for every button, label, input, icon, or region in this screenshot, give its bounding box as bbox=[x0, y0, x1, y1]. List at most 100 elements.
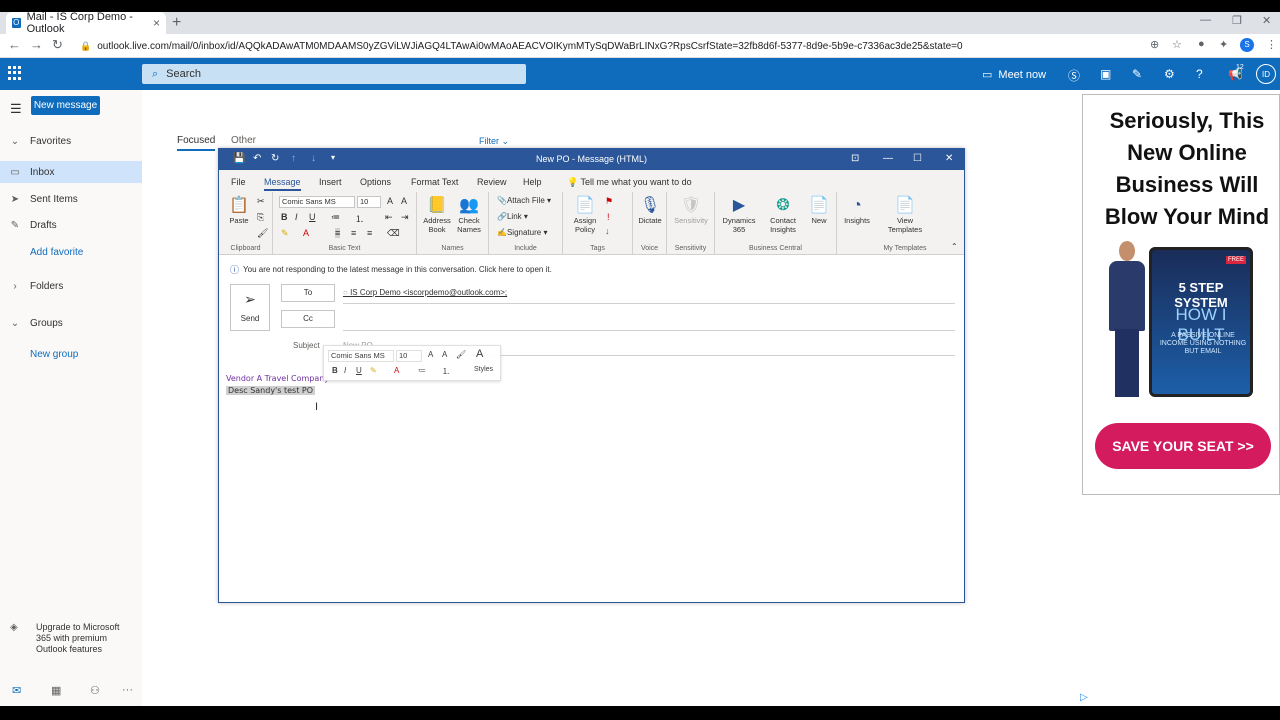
puzzle-icon[interactable]: ✦ bbox=[1219, 38, 1228, 51]
mini-shrink-font-icon[interactable]: A bbox=[442, 350, 447, 359]
clear-formatting-icon[interactable]: ⌫ bbox=[387, 228, 400, 239]
nav-sent-items[interactable]: ➤ Sent Items bbox=[0, 188, 142, 210]
filter-button[interactable]: Filter ⌄ bbox=[479, 136, 509, 147]
url-field[interactable]: 🔒 outlook.live.com/mail/0/inbox/id/AQQkA… bbox=[80, 37, 1140, 55]
italic-icon[interactable]: I bbox=[295, 212, 298, 222]
mini-numbering-icon[interactable]: ⒈ bbox=[442, 366, 450, 377]
mini-bold-icon[interactable]: B bbox=[332, 366, 338, 375]
gear-icon[interactable]: ⚙ bbox=[1164, 67, 1175, 81]
grow-font-icon[interactable]: A bbox=[387, 196, 393, 206]
info-bar[interactable]: ⓘ You are not responding to the latest m… bbox=[219, 255, 964, 283]
nav-groups[interactable]: ⌄ Groups bbox=[0, 312, 142, 334]
copy-icon[interactable]: ⎘ bbox=[257, 212, 264, 223]
menu-insert[interactable]: Insert bbox=[319, 177, 342, 187]
nav-new-group[interactable]: New group bbox=[0, 343, 142, 365]
mini-size-select[interactable]: 10 bbox=[396, 350, 422, 362]
format-painter-icon[interactable]: 🖌 bbox=[257, 228, 268, 239]
font-name-select[interactable]: Comic Sans MS bbox=[279, 196, 355, 208]
extension-icon[interactable]: ● bbox=[1198, 38, 1205, 50]
new-message-button[interactable]: New message bbox=[31, 96, 100, 115]
tab-other[interactable]: Other bbox=[231, 135, 256, 146]
link-button[interactable]: 🔗Link ▾ bbox=[497, 212, 528, 221]
body-line-vendor[interactable]: Vendor A Travel Company bbox=[226, 374, 329, 383]
mini-styles-label[interactable]: Styles bbox=[474, 366, 493, 373]
nav-add-favorite[interactable]: Add favorite bbox=[0, 241, 142, 263]
address-book-button[interactable]: 📒 Address Book bbox=[421, 196, 453, 234]
align-center-icon[interactable]: ≡ bbox=[351, 228, 356, 238]
mini-styles-icon[interactable]: A bbox=[476, 348, 483, 360]
office-icon[interactable]: ▣ bbox=[1100, 67, 1111, 81]
align-right-icon[interactable]: ≡ bbox=[367, 228, 372, 238]
menu-review[interactable]: Review bbox=[477, 177, 507, 187]
forward-icon[interactable]: → bbox=[30, 37, 43, 52]
more-icon[interactable]: ··· bbox=[122, 684, 133, 696]
mini-bullets-icon[interactable]: ≔ bbox=[418, 366, 426, 375]
assign-policy-button[interactable]: 📄 Assign Policy bbox=[567, 196, 603, 234]
new-bc-button[interactable]: 📄 New bbox=[805, 196, 833, 225]
to-button[interactable]: To bbox=[281, 284, 335, 302]
font-color-icon[interactable]: A bbox=[303, 228, 309, 238]
menu-file[interactable]: File bbox=[231, 177, 246, 187]
numbering-icon[interactable]: ⒈ bbox=[355, 212, 364, 225]
meet-now-button[interactable]: ▭ Meet now bbox=[982, 68, 1046, 82]
avatar[interactable]: ID bbox=[1256, 64, 1276, 84]
menu-help[interactable]: Help bbox=[523, 177, 542, 187]
body-line-desc-selected[interactable]: Desc Sandy's test PO bbox=[226, 386, 315, 395]
advertisement[interactable]: Seriously, This New Online Business Will… bbox=[1082, 94, 1280, 495]
new-tab-icon[interactable]: + bbox=[172, 14, 181, 32]
upgrade-link[interactable]: Upgrade to Microsoft 365 with premium Ou… bbox=[36, 622, 136, 655]
high-importance-icon[interactable]: ! bbox=[607, 212, 610, 222]
skype-icon[interactable]: Ⓢ bbox=[1068, 67, 1080, 84]
minimize-icon[interactable]: — bbox=[883, 153, 893, 164]
mini-format-painter-icon[interactable]: 🖌 bbox=[456, 350, 466, 359]
app-launcher-icon[interactable] bbox=[8, 66, 22, 80]
nav-favorites[interactable]: ⌄ Favorites bbox=[0, 130, 142, 152]
attach-file-button[interactable]: 📎Attach File ▾ bbox=[497, 196, 551, 205]
minimize-icon[interactable]: — bbox=[1200, 14, 1211, 26]
close-window-icon[interactable]: ✕ bbox=[1262, 14, 1271, 27]
profile-icon[interactable]: S bbox=[1240, 38, 1254, 52]
close-icon[interactable]: ✕ bbox=[945, 153, 953, 164]
search-input[interactable]: ⌕ Search bbox=[142, 64, 526, 84]
sensitivity-button[interactable]: 🛡 Sensitivity bbox=[669, 196, 713, 225]
mini-underline-icon[interactable]: U bbox=[356, 366, 362, 375]
ribbon-display-icon[interactable]: ⊡ bbox=[851, 153, 859, 164]
bold-icon[interactable]: B bbox=[281, 212, 288, 222]
contact-insights-button[interactable]: ❂ Contact Insights bbox=[763, 196, 803, 234]
dynamics-button[interactable]: ▶ Dynamics 365 bbox=[719, 196, 759, 234]
nav-folders[interactable]: › Folders bbox=[0, 275, 142, 297]
tell-me-input[interactable]: 💡 Tell me what you want to do bbox=[567, 177, 692, 188]
decrease-indent-icon[interactable]: ⇤ bbox=[385, 212, 393, 223]
mini-font-select[interactable]: Comic Sans MS bbox=[328, 350, 394, 362]
check-names-button[interactable]: 👥 Check Names bbox=[453, 196, 485, 234]
mini-grow-font-icon[interactable]: A bbox=[428, 350, 433, 359]
nav-drafts[interactable]: ✎ Drafts bbox=[0, 214, 142, 236]
menu-format-text[interactable]: Format Text bbox=[411, 177, 458, 187]
mini-highlight-icon[interactable]: ✎ bbox=[370, 366, 377, 375]
shrink-font-icon[interactable]: A bbox=[401, 196, 407, 206]
close-tab-icon[interactable]: × bbox=[153, 16, 160, 30]
mail-icon[interactable]: ✉ bbox=[12, 684, 21, 697]
help-icon[interactable]: ? bbox=[1196, 67, 1203, 81]
insights-button[interactable]: ◔ Insights bbox=[839, 196, 875, 225]
zoom-icon[interactable]: ⊕ bbox=[1150, 38, 1159, 51]
nav-inbox[interactable]: ▭ Inbox bbox=[0, 161, 142, 183]
cc-field-line[interactable] bbox=[343, 330, 955, 331]
back-icon[interactable]: ← bbox=[8, 37, 21, 52]
hamburger-icon[interactable]: ☰ bbox=[10, 101, 22, 117]
font-size-select[interactable]: 10 bbox=[357, 196, 381, 208]
bookmark-star-icon[interactable]: ☆ bbox=[1172, 38, 1182, 51]
menu-options[interactable]: Options bbox=[360, 177, 391, 187]
bullets-icon[interactable]: ≔ bbox=[331, 212, 340, 223]
maximize-icon[interactable]: ❐ bbox=[1232, 14, 1242, 27]
tab-focused[interactable]: Focused bbox=[177, 135, 216, 151]
align-left-icon[interactable]: ≡ bbox=[335, 228, 341, 238]
dictate-button[interactable]: 🎙 Dictate bbox=[633, 196, 667, 225]
collapse-ribbon-icon[interactable]: ⌃ bbox=[951, 242, 958, 251]
mini-italic-icon[interactable]: I bbox=[344, 366, 346, 375]
ad-cta-button[interactable]: SAVE YOUR SEAT >> bbox=[1095, 423, 1271, 469]
cut-icon[interactable]: ✂ bbox=[257, 196, 265, 207]
send-button[interactable]: ➢ Send bbox=[230, 284, 270, 331]
underline-icon[interactable]: U bbox=[309, 212, 316, 222]
signature-button[interactable]: ✍Signature ▾ bbox=[497, 228, 547, 237]
